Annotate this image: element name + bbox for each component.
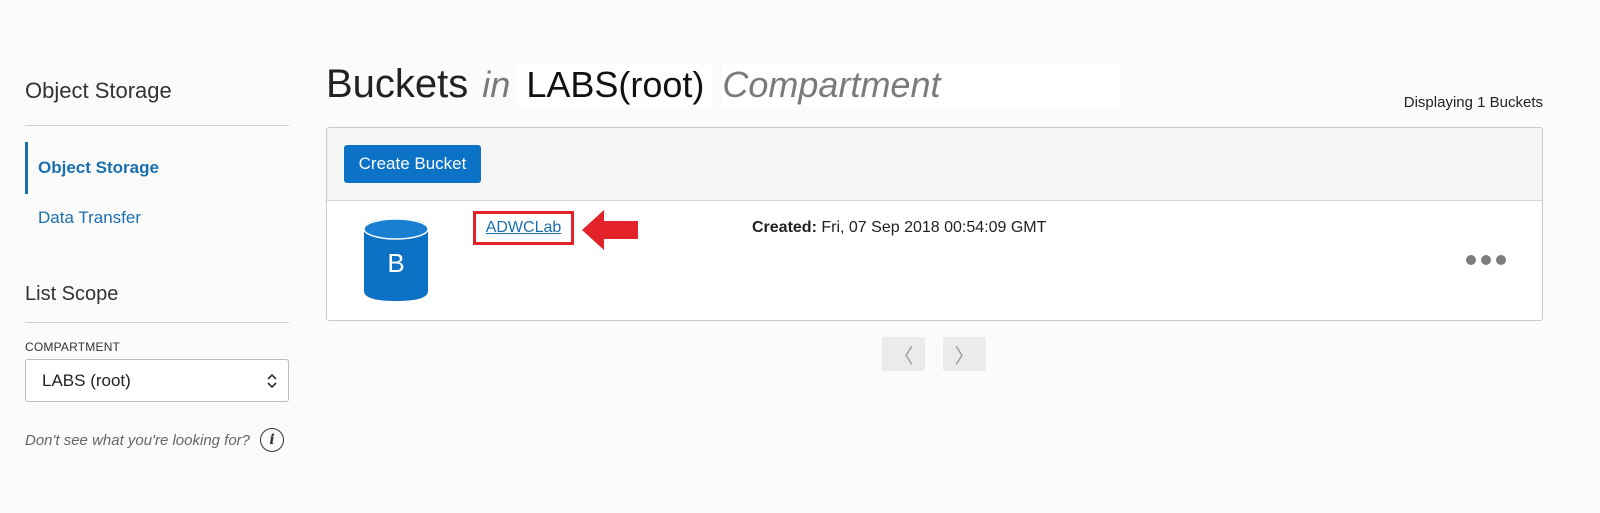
bucket-icon: B (363, 217, 429, 303)
previous-page-button[interactable]: 〈 (882, 337, 925, 371)
page-title-compartment-box: LABS(root) (516, 64, 713, 106)
bucket-icon-letter: B (387, 248, 404, 278)
bucket-name-link[interactable]: ADWCLab (486, 219, 562, 237)
divider (25, 125, 289, 126)
created-info: Created: Fri, 07 Sep 2018 00:54:09 GMT (752, 219, 1046, 237)
page-title-main: Buckets (326, 62, 469, 106)
list-scope-title: List Scope (25, 283, 119, 305)
help-row: Don't see what you're looking for? i (25, 428, 285, 452)
info-icon[interactable]: i (260, 428, 285, 452)
chevron-left-icon: 〈 (893, 345, 914, 368)
page-title-compartment: LABS(root) (526, 64, 705, 105)
more-horizontal-icon[interactable] (1466, 251, 1506, 269)
chevron-right-icon: 〉 (954, 345, 975, 368)
create-bucket-button[interactable]: Create Bucket (344, 145, 481, 183)
table-row: B ADWCLab Created: Fri, 07 Sep 2018 00:5… (327, 201, 1542, 320)
page-title-in: in (482, 64, 511, 105)
compartment-select-value: LABS (root) (42, 370, 131, 390)
compartment-select[interactable]: LABS (root) (25, 359, 289, 402)
divider (25, 322, 289, 323)
result-count: Displaying 1 Buckets (1403, 94, 1543, 111)
updown-chevron-icon (266, 371, 278, 391)
sidebar-item-data-transfer[interactable]: Data Transfer (25, 192, 289, 244)
left-arrow-icon (580, 208, 640, 257)
compartment-label: COMPARTMENT (25, 340, 121, 354)
toolbar: Create Bucket (327, 128, 1542, 201)
sidebar-title: Object Storage (25, 78, 172, 103)
page-title: Buckets in LABS(root) Compartment (326, 62, 1121, 114)
page-title-suffix: Compartment (722, 64, 1121, 106)
buckets-panel: Create Bucket B ADWCLab Created: Fri, 07… (326, 127, 1543, 321)
help-text: Don't see what you're looking for? (25, 431, 251, 449)
highlight-box: ADWCLab (473, 211, 574, 245)
next-page-button[interactable]: 〉 (943, 337, 986, 371)
created-value: Fri, 07 Sep 2018 00:54:09 GMT (821, 219, 1047, 236)
sidebar-item-object-storage[interactable]: Object Storage (25, 142, 289, 194)
created-label: Created: (752, 219, 817, 236)
